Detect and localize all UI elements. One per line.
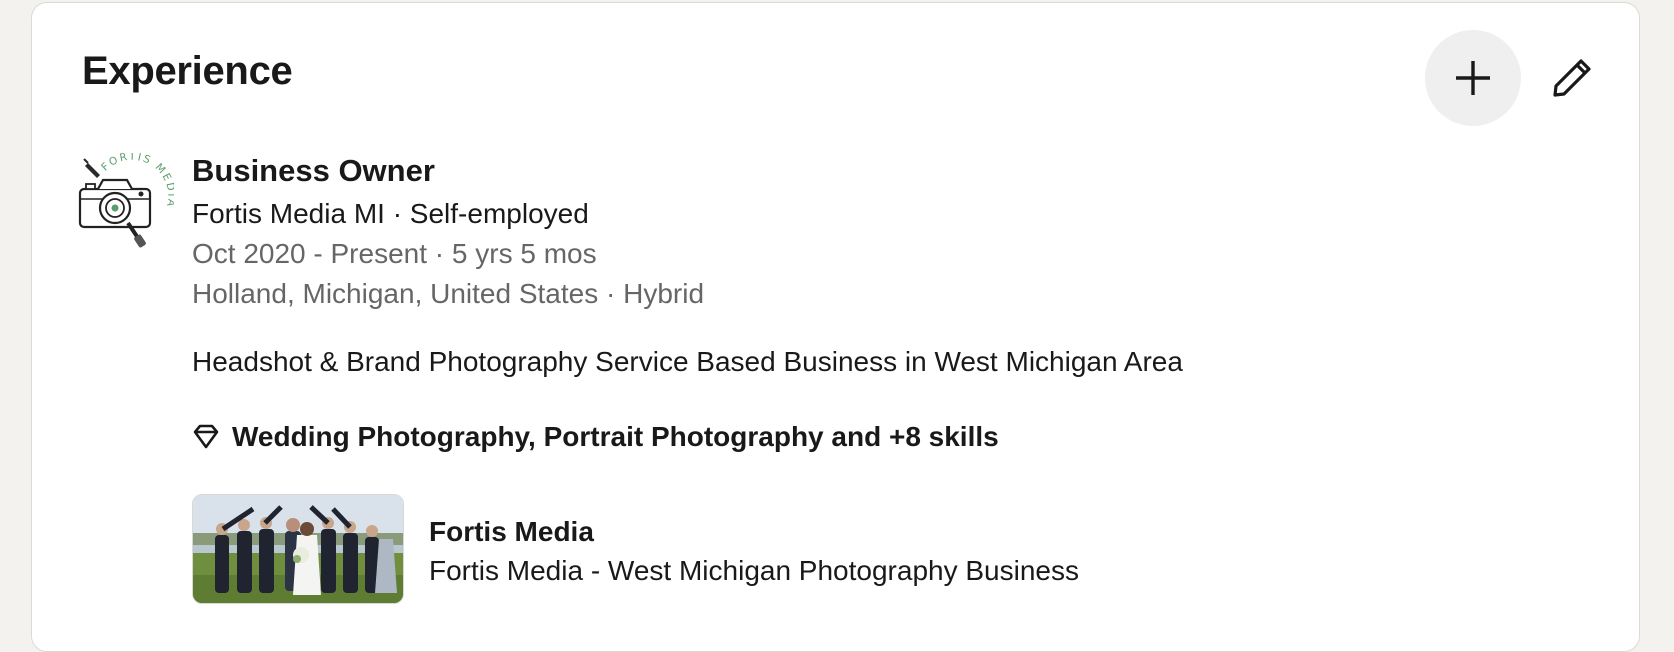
plus-icon	[1456, 61, 1490, 95]
section-title: Experience	[82, 49, 293, 93]
skills-link[interactable]: Wedding Photography, Portrait Photograph…	[192, 417, 999, 457]
media-title: Fortis Media	[429, 516, 594, 547]
media-thumbnail[interactable]	[192, 494, 404, 604]
pencil-icon	[1553, 59, 1591, 97]
diamond-icon	[193, 424, 219, 449]
camera-logo-icon: FORTIS MEDIA	[78, 151, 175, 248]
job-description: Headshot & Brand Photography Service Bas…	[192, 346, 1183, 377]
media-text: Fortis Media Fortis Media - West Michiga…	[429, 513, 1079, 591]
job-title: Business Owner	[192, 153, 435, 188]
company-logo[interactable]: FORTIS MEDIA	[78, 151, 175, 249]
wedding-photo-image	[193, 495, 403, 603]
company-employment-type: Fortis Media MI · Self-employed	[192, 198, 589, 230]
employment-dates: Oct 2020 - Present · 5 yrs 5 mos	[192, 238, 597, 270]
media-attachment[interactable]: Fortis Media Fortis Media - West Michiga…	[192, 494, 1079, 604]
media-subtitle: Fortis Media - West Michigan Photography…	[429, 555, 1079, 586]
add-experience-button[interactable]	[1425, 30, 1521, 126]
experience-card: Experience FORTIS MEDIA	[31, 2, 1640, 652]
edit-experience-button[interactable]	[1544, 50, 1600, 106]
experience-entry: Business Owner Fortis Media MI · Self-em…	[192, 151, 1492, 314]
job-location: Holland, Michigan, United States · Hybri…	[192, 278, 705, 310]
skills-text: Wedding Photography, Portrait Photograph…	[232, 421, 999, 452]
